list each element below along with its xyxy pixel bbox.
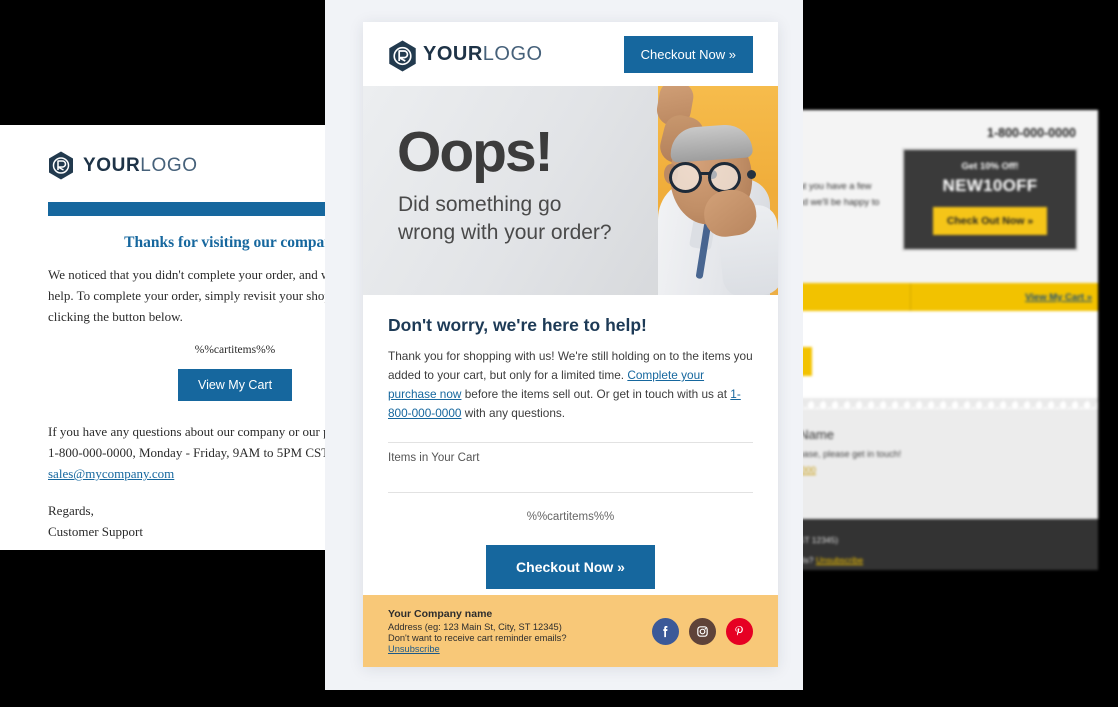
right-footer-unsub-row: receive cart reminder emails? Unsubscrib… — [798, 555, 1094, 565]
left-support-text: If you have any questions about our comp… — [48, 421, 340, 484]
center-email-footer: Your Company name Address (eg: 123 Main … — [363, 595, 778, 667]
brand-logo: YOURLOGO — [388, 40, 543, 71]
center-paragraph-part-3: with any questions. — [461, 406, 566, 421]
center-heading: Don't worry, we're here to help! — [388, 315, 647, 335]
right-top-section: 1-800-000-0000 little reminder of what y… — [798, 110, 1098, 265]
right-company-section: Company Name ns before making a purchase… — [798, 409, 1098, 519]
brand-wordmark: YOURLOGO — [423, 44, 543, 64]
checkout-now-button[interactable]: Checkout Now » — [486, 545, 655, 590]
right-contact-links: ngdom.net | 1-800-000-0000 — [798, 465, 1094, 475]
center-paragraph-part-2: before the items sell out. Or get in tou… — [461, 387, 731, 402]
footer-unsub-question: Don't want to receive cart reminder emai… — [388, 633, 567, 643]
brand-logo: YOURLOGO — [48, 151, 340, 180]
hexagon-r-logo-icon — [388, 40, 416, 71]
left-email-content: YOURLOGO Thanks for visiting our company… — [0, 125, 340, 550]
glasses-bridge — [699, 172, 710, 175]
right-footer: ss (eg: 123 Main St, City, ST 12345) rec… — [798, 519, 1098, 570]
left-email-preview[interactable]: YOURLOGO Thanks for visiting our company… — [0, 125, 340, 550]
left-support-email-link[interactable]: sales@mycompany.com — [48, 466, 174, 481]
brand-word-bold: YOUR — [83, 155, 141, 176]
center-paragraph: Thank you for shopping with us! We're st… — [388, 347, 753, 423]
center-cta-row: Checkout Now » — [388, 523, 753, 590]
coupon-offer-label: Get 10% Off! — [961, 161, 1019, 172]
left-cart-placeholder: %%cartitems%% — [194, 344, 276, 357]
glasses-right-lens — [708, 162, 741, 193]
right-zigzag-divider — [798, 398, 1098, 409]
right-view-my-cart-link[interactable]: View My Cart » — [1025, 292, 1092, 303]
right-footer-address: ss (eg: 123 Main St, City, ST 12345) — [798, 535, 839, 545]
brand-word-light: LOGO — [482, 43, 543, 65]
hero-subtitle-line-2: wrong with your order? — [398, 221, 612, 245]
view-my-cart-button[interactable]: View My Cart — [177, 369, 293, 402]
facebook-icon[interactable] — [652, 617, 679, 645]
coupon-box: Get 10% Off! NEW10OFF Check Out Now » — [902, 148, 1078, 251]
left-signature-line: Customer Support — [48, 524, 143, 540]
left-button-row: View My Cart — [48, 369, 340, 402]
cart-section-label: Items in Your Cart — [388, 452, 480, 465]
footer-unsubscribe-link[interactable]: Unsubscribe — [388, 644, 440, 654]
footer-social-row — [652, 617, 753, 645]
hero-subtitle: Did something go wrong with your order? — [398, 191, 612, 248]
brand-wordmark: YOURLOGO — [83, 156, 198, 175]
center-email-preview[interactable]: YOURLOGO Checkout Now » Oops! Did someth… — [363, 22, 778, 667]
footer-unsub-row: Unsubscribe — [388, 644, 567, 654]
left-body-text: We noticed that you didn't complete your… — [48, 267, 340, 325]
header-checkout-button[interactable]: Checkout Now » — [623, 35, 753, 73]
left-logo-area: YOURLOGO — [0, 125, 340, 180]
left-top-divider-bar — [48, 202, 340, 216]
surprised-man-photo — [618, 86, 778, 295]
right-social-row: f t G ◎ — [798, 488, 1094, 505]
pinterest-icon[interactable] — [726, 617, 753, 645]
left-support-sentence: If you have any questions about our comp… — [48, 424, 340, 461]
glasses-left-lens — [669, 162, 702, 193]
glasses-icon — [666, 162, 754, 193]
instagram-icon[interactable] — [689, 617, 716, 645]
brand-word-bold: YOUR — [423, 43, 483, 65]
right-cart-placeholder: %%cartitems%% — [798, 323, 1098, 333]
left-signoff: Regards, Customer Support — [48, 500, 340, 542]
left-heading: Thanks for visiting our company! — [124, 234, 340, 251]
right-company-name: Company Name — [798, 427, 834, 442]
right-hero-row: little reminder of what you have a few b… — [798, 148, 1092, 251]
footer-company-block: Your Company name Address (eg: 123 Main … — [388, 608, 567, 654]
footer-company-name: Your Company name — [388, 608, 493, 620]
left-regards-line: Regards, — [48, 503, 94, 519]
right-tagline: ns before making a purchase, please get … — [798, 449, 902, 459]
right-email-content: 1-800-000-0000 little reminder of what y… — [798, 110, 1098, 570]
footer-address: Address (eg: 123 Main St, City, ST 12345… — [388, 622, 562, 632]
brand-word-light: LOGO — [140, 155, 198, 176]
center-email-header: YOURLOGO Checkout Now » — [363, 22, 778, 86]
hero-title: Oops! — [397, 120, 554, 184]
hero-banner: Oops! Did something go wrong with your o… — [363, 86, 778, 295]
hero-subtitle-line-1: Did something go — [398, 193, 562, 216]
right-email-preview[interactable]: 1-800-000-0000 little reminder of what y… — [798, 110, 1098, 570]
coupon-checkout-button[interactable]: Check Out Now » — [932, 207, 1048, 235]
coupon-code: NEW10OFF — [942, 176, 1038, 195]
right-cart-table-header: View My Cart » — [798, 283, 1098, 311]
hexagon-r-logo-icon — [48, 151, 74, 180]
right-body-text: little reminder of what you have a few b… — [798, 181, 880, 208]
center-cart-placeholder: %%cartitems%% — [526, 511, 615, 524]
right-cart-body: %%cartitems%% Check Out Now » — [798, 311, 1098, 398]
composite-canvas: YOURLOGO Thanks for visiting our company… — [0, 0, 1118, 707]
right-phone-number: 1-800-000-0000 — [987, 126, 1076, 140]
right-footer-unsubscribe-link[interactable]: Unsubscribe — [816, 555, 863, 565]
